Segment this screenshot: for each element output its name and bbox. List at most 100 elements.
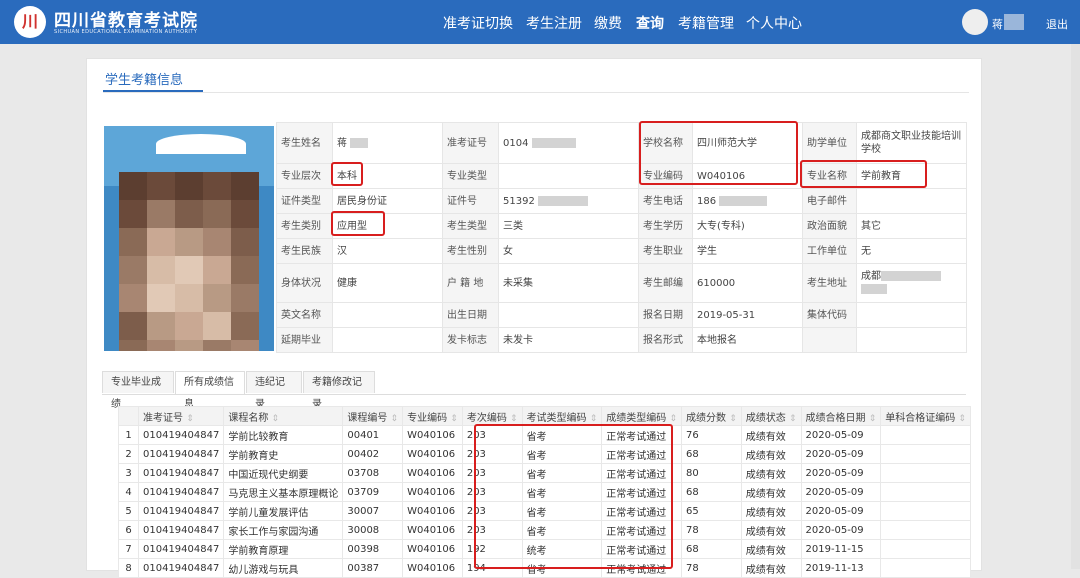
table-row[interactable]: 8 010419404847 幼儿游戏与玩具 00387 W040106 194 省考 正常考… [118, 558, 971, 578]
mosaic-block [147, 284, 175, 312]
table-cell: W040106 [402, 501, 463, 521]
table-row[interactable]: 7 010419404847 学前教育原理 00398 W040106 192 统考 正常考试… [118, 539, 971, 559]
table-cell: W040106 [402, 463, 463, 483]
tab-record-changes[interactable]: 考籍修改记录 [303, 371, 375, 410]
mosaic-block [119, 312, 147, 340]
table-cell: W040106 [402, 558, 463, 578]
politics-value: 其它 [856, 213, 967, 239]
nav-personal-center[interactable]: 个人中心 [746, 13, 802, 33]
mosaic-block [203, 312, 231, 340]
table-cell [880, 482, 971, 502]
table-cell: 203 [461, 425, 523, 445]
col-pass-date[interactable]: 成绩合格日期 ⇕ [800, 406, 882, 426]
table-cell: 6 [118, 520, 139, 540]
table-cell: 家长工作与家园沟通 [223, 520, 344, 540]
nav-query[interactable]: 查询 [636, 13, 664, 33]
table-cell: 2020-05-09 [800, 425, 882, 445]
info-row: 身体状况 健康 户 籍 地 未采集 考生邮编 610000 考生地址 成都 [276, 263, 967, 303]
col-course[interactable]: 课程名称 ⇕ [223, 406, 344, 426]
gender-value: 女 [498, 238, 639, 264]
table-cell: 成绩有效 [740, 444, 802, 464]
table-cell: 正常考试通过 [601, 444, 683, 464]
mosaic-block [147, 200, 175, 228]
assist-label: 助学单位 [802, 122, 857, 164]
table-cell: 00402 [342, 444, 404, 464]
mosaic-block [147, 172, 175, 200]
table-row[interactable]: 6 010419404847 家长工作与家园沟通 30008 W040106 203 省考正… [118, 520, 971, 540]
mosaic-block [147, 228, 175, 256]
mosaic-block [147, 340, 175, 351]
info-row: 英文名称 出生日期 报名日期 2019-05-31 集体代码 [276, 302, 967, 328]
tab-discipline-records[interactable]: 违纪记录 [246, 371, 302, 410]
mosaic-block [175, 256, 203, 284]
job-label: 考生职业 [638, 238, 693, 264]
job-value: 学生 [692, 238, 803, 264]
page-scrollbar[interactable] [1071, 44, 1080, 569]
card-value: 未发卡 [498, 327, 639, 353]
table-cell: 010419404847 [137, 501, 225, 521]
table-row[interactable]: 4 010419404847 马克思主义基本原理概论 03709 W040106 203 省… [118, 482, 971, 502]
table-row[interactable]: 3 010419404847 中国近现代史纲要 03708 W040106 203 省考 正常… [118, 463, 971, 483]
birth-label: 出生日期 [442, 302, 499, 328]
info-row: 专业层次 本科 专业类型 专业编码 W040106 专业名称 学前教育 [276, 163, 967, 189]
tab-all-scores[interactable]: 所有成绩信息 [175, 371, 245, 410]
idno-value: 51392 [498, 188, 639, 214]
nav-record-management[interactable]: 考籍管理 [678, 13, 734, 33]
table-row[interactable]: 1 010419404847 学前比较教育 00401 W040106 203 省考 正常考试… [118, 425, 971, 445]
record-tabs: 专业毕业成绩 所有成绩信息 违纪记录 考籍修改记录 [102, 371, 966, 410]
col-certificate[interactable]: 单科合格证编码 ⇕ [880, 406, 971, 426]
address-value: 成都 [856, 263, 967, 303]
mosaic-block [175, 284, 203, 312]
table-cell: 78 [681, 558, 742, 578]
table-cell: 正常考试通过 [601, 463, 683, 483]
nav-ticket-switch[interactable]: 准考证切换 [443, 13, 513, 33]
user-avatar[interactable] [962, 9, 988, 35]
col-score[interactable]: 成绩分数 ⇕ [681, 406, 742, 426]
table-cell: 省考 [521, 444, 603, 464]
table-cell: 03708 [342, 463, 404, 483]
ethnic-label: 考生民族 [276, 238, 333, 264]
scores-header-row: 准考证号 ⇕ 课程名称 ⇕ 课程编号 ⇕ 专业编码 ⇕ 考次编码 ⇕ 考试类型编… [118, 406, 971, 426]
col-course-code[interactable]: 课程编号 ⇕ [342, 406, 404, 426]
work-label: 工作单位 [802, 238, 857, 264]
sort-icon: ⇕ [589, 413, 598, 424]
info-row: 证件类型 居民身份证 证件号 51392 考生电话 186 电子邮件 [276, 188, 967, 214]
col-status[interactable]: 成绩状态 ⇕ [740, 406, 802, 426]
col-ticket[interactable]: 准考证号 ⇕ [137, 406, 225, 426]
empty-label [802, 327, 857, 353]
nav-register[interactable]: 考生注册 [526, 13, 582, 33]
category-value: 应用型 [332, 213, 443, 239]
photo-highlight [156, 134, 246, 154]
table-cell: 76 [681, 425, 742, 445]
table-row[interactable]: 5 010419404847 学前儿童发展评估 30007 W040106 203 省考 正常… [118, 501, 971, 521]
col-session[interactable]: 考次编码 ⇕ [461, 406, 523, 426]
table-cell: 203 [461, 444, 523, 464]
section-divider [103, 92, 969, 93]
sort-icon: ⇕ [958, 413, 966, 424]
table-cell: 010419404847 [137, 482, 225, 502]
regform-label: 报名形式 [638, 327, 693, 353]
table-cell: 2020-05-09 [800, 520, 882, 540]
tab-major-graduation-scores[interactable]: 专业毕业成绩 [102, 371, 174, 410]
table-row[interactable]: 2 010419404847 学前教育史 00402 W040106 203 省考 正常考试通… [118, 444, 971, 464]
table-cell: 成绩有效 [740, 520, 802, 540]
level-value: 本科 [332, 163, 443, 189]
mosaic-block [203, 284, 231, 312]
table-cell: 成绩有效 [740, 425, 802, 445]
user-name[interactable]: 蒋 [992, 16, 1003, 32]
col-score-type[interactable]: 成绩类型编码 ⇕ [601, 406, 683, 426]
col-major-code[interactable]: 专业编码 ⇕ [402, 406, 463, 426]
table-cell: 00398 [342, 539, 404, 559]
group-value [856, 302, 967, 328]
table-cell: 2020-05-09 [800, 463, 882, 483]
col-exam-type[interactable]: 考试类型编码 ⇕ [521, 406, 603, 426]
table-cell: W040106 [402, 539, 463, 559]
student-photo [104, 126, 274, 351]
mosaic-block [203, 172, 231, 200]
table-cell: 省考 [521, 501, 603, 521]
nav-payment[interactable]: 缴费 [594, 13, 622, 33]
birth-value [498, 302, 639, 328]
logout-link[interactable]: 退出 [1046, 16, 1068, 32]
table-cell [880, 425, 971, 445]
table-cell: 正常考试通过 [601, 539, 683, 559]
